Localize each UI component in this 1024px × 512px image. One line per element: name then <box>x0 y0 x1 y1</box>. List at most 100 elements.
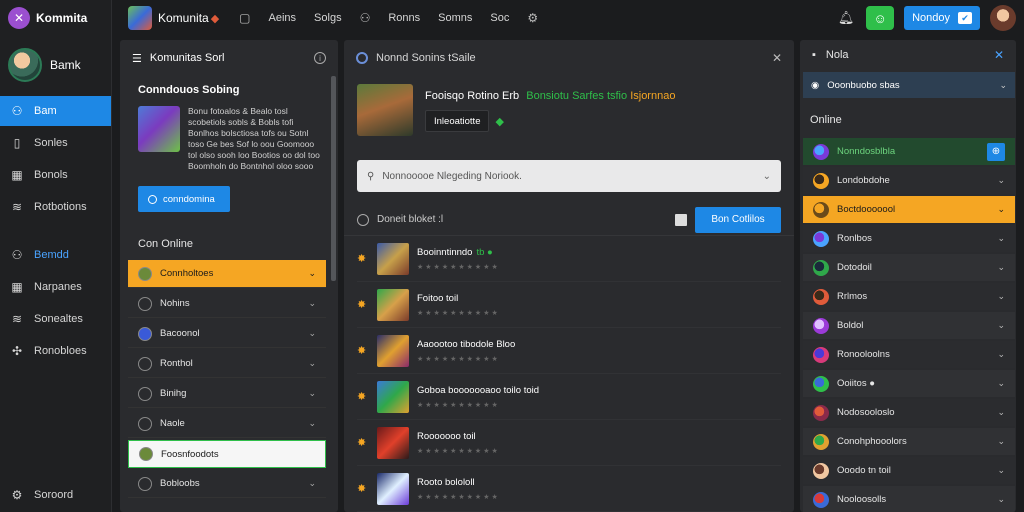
rating-icon: ★★★★★★★★★★ <box>417 263 500 271</box>
list-item[interactable]: Bobloobs ⌄ <box>128 470 326 498</box>
search-input[interactable]: ⚲ Nonnooooe Nlegeding Noriook. ⌄ <box>357 160 781 192</box>
chevron-down-icon[interactable]: ⌄ <box>997 175 1005 186</box>
sidebar-item[interactable]: ▦ Narpanes <box>0 272 111 302</box>
star-icon[interactable]: ✸ <box>357 482 369 495</box>
bell-icon[interactable]: 🔔︎ <box>836 10 856 26</box>
list-item[interactable]: Bacoonol ⌄ <box>128 320 326 348</box>
rating-icon: ★★★★★★★★★★ <box>417 355 500 363</box>
cta-button[interactable]: Nondoy ✔ <box>904 6 980 30</box>
info-icon[interactable]: i <box>314 52 326 64</box>
avatar[interactable] <box>990 5 1016 31</box>
online-user-row[interactable]: Nodosooloslo ⌄ <box>803 399 1015 426</box>
online-user-row[interactable]: Ronlbos ⌄ <box>803 225 1015 252</box>
star-icon[interactable]: ✸ <box>357 436 369 449</box>
chevron-down-icon[interactable]: ⌄ <box>997 262 1005 273</box>
list-item[interactable]: Nohins ⌄ <box>128 290 326 318</box>
sidebar-item[interactable]: ⚇ Bemdd <box>0 240 111 270</box>
chevron-down-icon[interactable]: ⌄ <box>997 378 1005 389</box>
chevron-down-icon[interactable]: ⌄ <box>997 407 1005 418</box>
badge-icon: ◆ <box>495 115 504 128</box>
sidebar-item[interactable]: ≋ Sonealtes <box>0 304 111 334</box>
online-user-row[interactable]: Boldol ⌄ <box>803 312 1015 339</box>
store-icon: ▦ <box>11 168 23 182</box>
chevron-down-icon[interactable]: ⌄ <box>997 320 1005 331</box>
group-dropdown[interactable]: ◉ Ooonbuobo sbas ⌄ <box>803 72 1015 98</box>
star-icon[interactable]: ✸ <box>357 252 369 265</box>
game-chip[interactable]: Inleoatiotte <box>425 110 490 132</box>
sidebar-item[interactable]: ▯ Sonles <box>0 128 111 158</box>
user-name: Bamk <box>50 58 81 72</box>
list-item-label: Bacoonol <box>160 328 200 339</box>
square-icon[interactable] <box>675 213 687 226</box>
avatar <box>813 172 829 189</box>
chevron-down-icon[interactable]: ⌄ <box>997 436 1005 447</box>
search-icon: ⚲ <box>367 170 375 182</box>
online-user-row[interactable]: Londobdohe ⌄ <box>803 167 1015 194</box>
chevron-down-icon[interactable]: ⌄ <box>997 233 1005 244</box>
topbar-link-0[interactable]: Aeins <box>269 12 297 24</box>
online-user-row[interactable]: Ooodo tn toil ⌄ <box>803 457 1015 484</box>
sidebar-item[interactable]: ✣ Ronobloes <box>0 336 111 366</box>
online-user-row[interactable]: Boctdooooool ⌄ <box>803 196 1015 223</box>
avatar <box>138 326 152 341</box>
game-row[interactable]: ✸ Foitoo toil ★★★★★★★★★★ <box>357 282 781 328</box>
sidebar-item[interactable]: ≋ Rotbotions <box>0 192 111 222</box>
user-profile[interactable]: Bamk <box>0 36 111 94</box>
online-user-row[interactable]: Nooloosolls ⌄ <box>803 486 1015 512</box>
chevron-down-icon[interactable]: ⌄ <box>997 204 1005 215</box>
chevron-down-icon[interactable]: ⌄ <box>997 465 1005 476</box>
game-row[interactable]: ✸ Rooto bolololl ★★★★★★★★★★ <box>357 466 781 512</box>
card-button-label: conndomina <box>163 193 215 205</box>
online-user-row[interactable]: Ronooloolns ⌄ <box>803 341 1015 368</box>
online-user-row[interactable]: Rrlmos ⌄ <box>803 283 1015 310</box>
online-user-row[interactable]: Dotodoil ⌄ <box>803 254 1015 281</box>
star-icon[interactable]: ✸ <box>357 390 369 403</box>
avatar <box>813 433 829 450</box>
grid-icon[interactable]: ▢ <box>239 11 250 25</box>
game-row[interactable]: ✸ Rooooooo toil ★★★★★★★★★★ <box>357 420 781 466</box>
topbar-link-1[interactable]: Solgs <box>314 12 342 24</box>
chat-button[interactable]: ☺ <box>866 6 895 30</box>
topbar-link-4[interactable]: Soc <box>490 12 509 24</box>
game-logo-icon[interactable] <box>128 6 152 30</box>
online-user-name: Ooiitos ● <box>837 378 875 389</box>
close-icon[interactable]: ✕ <box>994 48 1004 62</box>
game-row[interactable]: ✸ Aaoootoo tibodole Bloo ★★★★★★★★★★ <box>357 328 781 374</box>
people-icon[interactable]: ⚇ <box>360 11 371 25</box>
gear-icon[interactable]: ⚙ <box>527 11 538 25</box>
game-info: Rooto bolololl ★★★★★★★★★★ <box>417 477 500 501</box>
sidebar-item-settings[interactable]: ⚙ Soroord <box>0 480 112 510</box>
game-row[interactable]: ✸ Goboa booooooaoo toilo toid ★★★★★★★★★★ <box>357 374 781 420</box>
list-item[interactable]: Naole ⌄ <box>128 410 326 438</box>
game-row[interactable]: ✸ Booinntinndo tb ● ★★★★★★★★★★ <box>357 236 781 282</box>
chevron-down-icon: ⌄ <box>308 388 316 398</box>
chevron-down-icon[interactable]: ⌄ <box>763 171 771 182</box>
scrollbar[interactable] <box>331 76 336 281</box>
brand[interactable]: ✕ Kommita <box>0 0 111 36</box>
primary-button[interactable]: Bon Cotlilos <box>695 206 781 233</box>
online-user-row[interactable]: Nonndosblbla ⊕ <box>803 138 1015 165</box>
list-item[interactable]: Foosnfoodots <box>128 440 326 468</box>
online-user-row[interactable]: Ooiitos ● ⌄ <box>803 370 1015 397</box>
filter-icon[interactable] <box>357 213 369 226</box>
topbar-link-3[interactable]: Somns <box>438 12 472 24</box>
star-icon[interactable]: ✸ <box>357 344 369 357</box>
online-user-row[interactable]: Conohphooolors ⌄ <box>803 428 1015 455</box>
chevron-down-icon[interactable]: ⌄ <box>997 291 1005 302</box>
list-item[interactable]: Binihg ⌄ <box>128 380 326 408</box>
chevron-down-icon[interactable]: ⌄ <box>997 349 1005 360</box>
rating-icon: ★★★★★★★★★★ <box>417 401 500 409</box>
menu-icon[interactable]: ☰ <box>132 52 142 65</box>
search-placeholder: Nonnooooe Nlegeding Noriook. <box>382 170 522 182</box>
list-item[interactable]: Ronthol ⌄ <box>128 350 326 378</box>
sidebar-item[interactable]: ▦ Bonols <box>0 160 111 190</box>
sidebar-item[interactable]: ⚇ Bam <box>0 96 111 126</box>
star-icon[interactable]: ✸ <box>357 298 369 311</box>
chevron-down-icon[interactable]: ⌄ <box>997 494 1005 505</box>
topbar-link-2[interactable]: Ronns <box>388 12 420 24</box>
card-button[interactable]: conndomina <box>138 186 230 212</box>
list-item[interactable]: Connholtoes ⌄ <box>128 260 326 288</box>
add-friend-icon[interactable]: ⊕ <box>987 142 1005 161</box>
list-item-label: Naole <box>160 418 185 429</box>
close-icon[interactable]: ✕ <box>772 51 782 65</box>
